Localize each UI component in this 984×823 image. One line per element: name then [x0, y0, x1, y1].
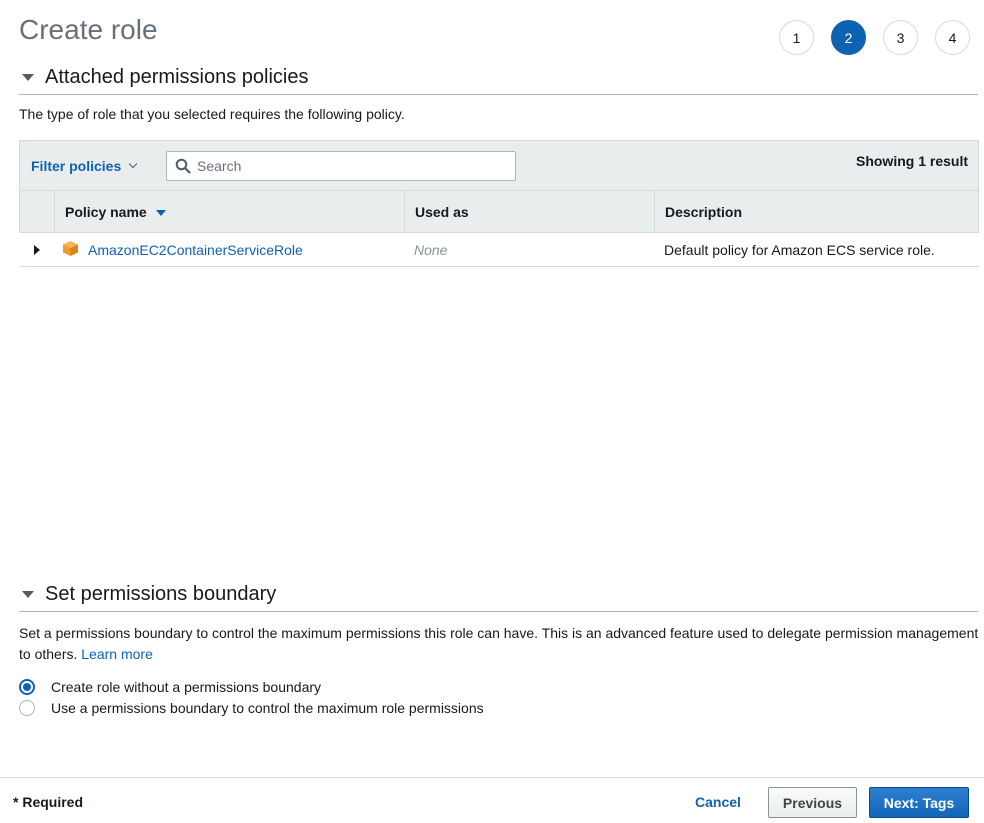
description-cell: Default policy for Amazon ECS service ro…	[664, 241, 935, 258]
expand-column-header	[20, 191, 55, 232]
policies-table: Filter policies Showing 1 result Policy …	[19, 140, 979, 267]
page-title: Create role	[19, 14, 158, 45]
result-count: Showing 1 result	[855, 153, 968, 169]
search-icon	[175, 158, 191, 174]
column-header-used-as[interactable]: Used as	[405, 191, 655, 232]
policy-name-link[interactable]: AmazonEC2ContainerServiceRole	[88, 242, 303, 258]
search-input[interactable]	[197, 158, 497, 174]
sort-descending-icon[interactable]	[155, 209, 166, 216]
policy-name-cell: AmazonEC2ContainerServiceRole	[54, 233, 404, 266]
required-note: * Required	[13, 794, 84, 810]
radio-use-boundary[interactable]	[19, 700, 35, 716]
radio-option-use-boundary[interactable]: Use a permissions boundary to control th…	[19, 700, 484, 716]
wizard-steps: 1 2 3 4	[779, 20, 970, 55]
column-header-policy-name[interactable]: Policy name	[55, 191, 405, 232]
step-1[interactable]: 1	[779, 20, 814, 55]
policy-cube-icon	[62, 240, 79, 260]
wizard-footer: * Required Cancel Previous Next: Tags	[0, 777, 984, 823]
step-4[interactable]: 4	[935, 20, 970, 55]
collapse-caret-icon[interactable]	[22, 74, 34, 81]
attached-policies-title: Attached permissions policies	[45, 66, 309, 88]
filter-policies-label: Filter policies	[31, 157, 122, 174]
row-expand-toggle[interactable]	[19, 233, 54, 266]
attached-policies-description: The type of role that you selected requi…	[19, 106, 405, 122]
radio-option-no-boundary[interactable]: Create role without a permissions bounda…	[19, 679, 321, 695]
search-box[interactable]	[166, 151, 516, 181]
learn-more-link[interactable]: Learn more	[81, 646, 153, 662]
column-header-description[interactable]: Description	[655, 191, 978, 232]
step-3[interactable]: 3	[883, 20, 918, 55]
policy-name-header-label: Policy name	[65, 203, 147, 220]
table-row: AmazonEC2ContainerServiceRole None Defau…	[19, 233, 979, 267]
radio-no-boundary-label[interactable]: Create role without a permissions bounda…	[51, 679, 321, 695]
filter-policies-dropdown[interactable]: Filter policies	[31, 157, 138, 174]
used-as-value: None	[414, 241, 448, 258]
permissions-boundary-description: Set a permissions boundary to control th…	[19, 623, 981, 665]
chevron-down-icon	[129, 159, 138, 169]
radio-no-boundary[interactable]	[19, 679, 35, 695]
used-as-cell: None	[404, 233, 654, 266]
boundary-description-text: Set a permissions boundary to control th…	[19, 625, 979, 662]
cancel-button[interactable]: Cancel	[695, 794, 741, 810]
table-header: Policy name Used as Description	[19, 191, 979, 233]
collapse-caret-icon[interactable]	[22, 591, 34, 598]
next-tags-button[interactable]: Next: Tags	[869, 787, 969, 818]
previous-button[interactable]: Previous	[768, 787, 857, 818]
step-2[interactable]: 2	[831, 20, 866, 55]
radio-selected-dot	[23, 683, 31, 691]
radio-use-boundary-label[interactable]: Use a permissions boundary to control th…	[51, 700, 484, 716]
caret-right-icon[interactable]	[34, 244, 40, 255]
permissions-boundary-header[interactable]: Set permissions boundary	[19, 583, 978, 612]
table-toolbar: Filter policies Showing 1 result	[19, 140, 979, 191]
attached-policies-header[interactable]: Attached permissions policies	[19, 66, 978, 95]
permissions-boundary-title: Set permissions boundary	[45, 583, 277, 605]
